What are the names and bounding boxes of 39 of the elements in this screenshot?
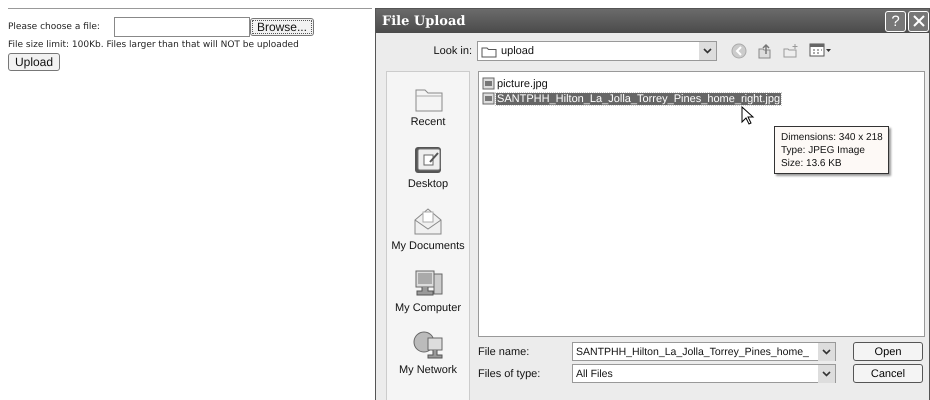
browse-button[interactable]: Browse... bbox=[250, 18, 314, 36]
file-item[interactable]: SANTPHH_Hilton_La_Jolla_Torrey_Pines_home_right.jpg bbox=[496, 92, 782, 104]
places-item[interactable]: Recent bbox=[410, 80, 446, 128]
close-icon bbox=[912, 15, 924, 27]
places-item[interactable]: My Computer bbox=[394, 266, 462, 314]
image-file-icon bbox=[482, 77, 495, 90]
places-item[interactable]: My Documents bbox=[391, 204, 465, 252]
file-item[interactable]: picture.jpg bbox=[496, 78, 549, 90]
places-item[interactable]: My Network bbox=[398, 328, 458, 376]
image-file-icon bbox=[482, 92, 495, 105]
cancel-button[interactable]: Cancel bbox=[853, 364, 923, 383]
chevron-down-icon bbox=[822, 348, 831, 354]
file-path-field[interactable] bbox=[114, 17, 250, 37]
up-folder-icon bbox=[757, 43, 773, 59]
file-type-dropdown[interactable]: All Files bbox=[572, 364, 836, 383]
mouse-cursor-icon bbox=[741, 106, 755, 126]
view-grid-icon bbox=[809, 43, 831, 57]
file-name-field[interactable]: SANTPHH_Hilton_La_Jolla_Torrey_Pines_home_ bbox=[572, 342, 836, 361]
chevron-down-icon bbox=[822, 370, 831, 376]
chevron-down-icon bbox=[703, 48, 712, 54]
help-button[interactable]: ? bbox=[885, 10, 906, 32]
open-button[interactable]: Open bbox=[853, 342, 923, 361]
upload-button[interactable]: Upload bbox=[8, 53, 60, 71]
tooltip-line: Dimensions: 340 x 218 bbox=[781, 131, 883, 144]
close-button[interactable] bbox=[908, 10, 929, 32]
views-menu-button[interactable] bbox=[807, 43, 833, 59]
tooltip-line: Size: 13.6 KB bbox=[781, 157, 843, 170]
size-limit-note: File size limit: 100Kb. Files larger than that will NOT be uploaded bbox=[8, 40, 299, 50]
look-in-label: Look in: bbox=[432, 45, 473, 57]
field-label: Please choose a file: bbox=[8, 22, 100, 32]
back-button[interactable] bbox=[729, 43, 749, 59]
file-type-label: Files of type: bbox=[478, 368, 542, 380]
look-in-dropdown[interactable]: upload bbox=[477, 41, 717, 61]
file-name-label: File name: bbox=[478, 346, 530, 358]
folder-icon bbox=[481, 44, 497, 58]
new-folder-icon bbox=[783, 43, 799, 59]
tooltip-line: Type: JPEG Image bbox=[781, 144, 866, 157]
window-title: File Upload bbox=[382, 14, 466, 28]
places-item[interactable]: Desktop bbox=[408, 142, 448, 190]
